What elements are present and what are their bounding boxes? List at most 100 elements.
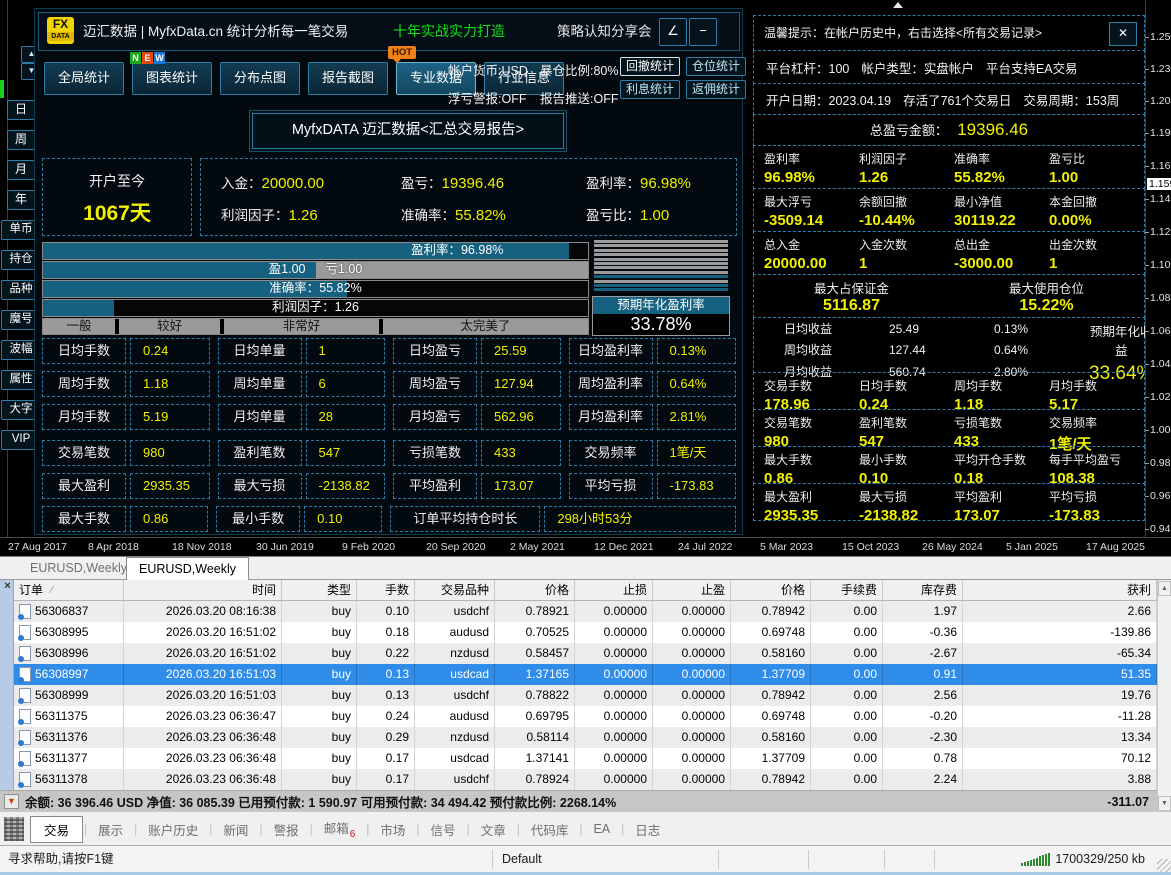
toolbar-button-4[interactable]: 报告截图 <box>308 62 388 95</box>
price-tick: 1.20990 <box>1150 95 1171 107</box>
column-header-2[interactable]: 时间 <box>124 580 282 601</box>
stat-button-3[interactable]: 利息统计 <box>620 80 680 99</box>
stats-row: 日均手数0.24日均单量1日均盈亏25.59日均盈利率0.13% <box>42 338 736 364</box>
stat-button-4[interactable]: 返佣统计 <box>686 80 746 99</box>
cell-手数: 0.18 <box>357 622 415 643</box>
cell-手数: 0.13 <box>357 685 415 706</box>
cell-止损: 0.00000 <box>575 769 653 790</box>
stat-value: 0.24 <box>130 338 210 364</box>
date-tick: 18 Nov 2018 <box>172 541 232 553</box>
summary-label: 准确率： <box>401 208 455 223</box>
chart-tab-1[interactable]: EURUSD,Weekly <box>18 558 139 579</box>
mt4-terminal-window: ▲ ▼ 日周月年单币持仓品种魔号波幅属性大字VIP FX DATA 迈汇数据 |… <box>0 0 1171 875</box>
stat-button-1[interactable]: 回撤统计 <box>620 57 680 76</box>
table-row[interactable]: 563089952026.03.20 16:51:02buy0.18audusd… <box>14 622 1157 643</box>
sidebar-item-月[interactable]: 月 <box>7 160 35 180</box>
bottom-tab-警报[interactable]: 警报 <box>264 817 309 842</box>
table-row[interactable]: 563068372026.03.20 08:16:38buy0.10usdchf… <box>14 601 1157 622</box>
bottom-tab-邮箱[interactable]: 邮箱6 <box>314 815 366 843</box>
stat-button-2[interactable]: 仓位统计 <box>686 57 746 76</box>
column-header-8[interactable]: 止盈 <box>653 580 731 601</box>
cell-时间: 2026.03.20 16:51:02 <box>124 643 282 664</box>
stat-label: 周均盈亏 <box>393 371 477 397</box>
price-tick: 1.06890 <box>1150 325 1171 337</box>
slogan-text: 十年实战实力打造 <box>393 13 505 50</box>
bottom-tab-信号[interactable]: 信号 <box>421 817 466 842</box>
stat-value: 0.13% <box>657 338 737 364</box>
cell-获利: 3.88 <box>963 769 1157 790</box>
bar-text: 盈利率：96.98% <box>326 243 588 258</box>
cell-类型: buy <box>282 664 357 685</box>
brand-title: 迈汇数据 | MyfxData.cn 统计分析每一笔交易 <box>83 13 348 50</box>
column-header-4[interactable]: 手数 <box>357 580 415 601</box>
cell-价格: 0.78942 <box>731 601 811 622</box>
panel-metric-label: 最大亏损 <box>859 488 954 505</box>
column-header-5[interactable]: 交易品种 <box>415 580 495 601</box>
table-row[interactable]: 563089972026.03.20 16:51:03buy0.13usdcad… <box>14 664 1157 685</box>
panel-metric: 余额回撤-10.44% <box>859 193 954 229</box>
bottom-tab-展示[interactable]: 展示 <box>88 817 133 842</box>
chart-tab-2[interactable]: EURUSD,Weekly <box>126 557 249 581</box>
table-row[interactable]: 563113782026.03.23 06:36:48buy0.17usdchf… <box>14 769 1157 790</box>
stripe <box>594 253 728 256</box>
cell-库存费: -0.36 <box>883 622 963 643</box>
column-header-9[interactable]: 价格 <box>731 580 811 601</box>
table-row[interactable]: 563113762026.03.23 06:36:48buy0.29nzdusd… <box>14 727 1157 748</box>
bottom-tab-日志[interactable]: 日志 <box>625 817 670 842</box>
summary-label: 盈亏： <box>401 176 442 191</box>
cell-手数: 0.17 <box>357 748 415 769</box>
bottom-tab-新闻[interactable]: 新闻 <box>213 817 258 842</box>
table-row[interactable]: 563089962026.03.20 16:51:02buy0.22nzdusd… <box>14 643 1157 664</box>
sidebar-item-年[interactable]: 年 <box>7 190 35 210</box>
panel-metric: 月均手数5.17 <box>1049 377 1144 413</box>
toolbar-button-3[interactable]: 分布点图 <box>220 62 300 95</box>
scrollbar-down-button[interactable]: ▼ <box>1158 796 1171 811</box>
toolbox-left-scrollbar[interactable] <box>0 580 14 790</box>
current-price-tag: 1.15984 <box>1147 178 1171 190</box>
panel-metric-grids: 盈利率96.98%利润因子1.26准确率55.82%盈亏比1.00最大浮亏-35… <box>753 145 1145 275</box>
stripe <box>594 244 728 247</box>
bottom-tab-市场[interactable]: 市场 <box>370 817 415 842</box>
table-row[interactable]: 563113772026.03.23 06:36:48buy0.17usdcad… <box>14 748 1157 769</box>
order-number: 56306837 <box>35 601 88 622</box>
order-ticket-icon <box>19 772 31 787</box>
sidebar-item-日[interactable]: 日 <box>7 100 35 120</box>
panel-metric-label: 最大手数 <box>764 451 859 468</box>
column-header-11[interactable]: 库存费 <box>883 580 963 601</box>
stat-cell: 最小手数0.10 <box>216 506 382 532</box>
column-header-10[interactable]: 手续费 <box>811 580 883 601</box>
summary-item: 利润因子：1.26 <box>221 204 401 224</box>
profile-name[interactable]: Default <box>502 846 542 872</box>
tab-separator: | <box>467 822 470 836</box>
column-header-1[interactable]: 订单∕ <box>14 580 124 601</box>
bottom-tab-EA[interactable]: EA <box>583 819 620 839</box>
tip-close-button[interactable]: ✕ <box>1109 22 1137 46</box>
panel-metric: 平均亏损-173.83 <box>1049 488 1144 524</box>
column-header-6[interactable]: 价格 <box>495 580 575 601</box>
panel-metric: 最大亏损-2138.82 <box>859 488 954 524</box>
stat-value: 127.94 <box>481 371 561 397</box>
bottom-tab-账户历史[interactable]: 账户历史 <box>138 817 208 842</box>
resize-grip[interactable] <box>1157 859 1171 873</box>
stripe <box>594 249 728 252</box>
table-row[interactable]: 563089992026.03.20 16:51:03buy0.13usdchf… <box>14 685 1157 706</box>
scrollbar-up-button[interactable]: ▲ <box>1158 581 1171 596</box>
toolbox-close-button[interactable]: × <box>2 581 13 593</box>
angle-tool-button[interactable]: ∠ <box>659 18 687 46</box>
column-header-7[interactable]: 止损 <box>575 580 653 601</box>
toolbar-button-2[interactable]: 图表统计 <box>132 62 212 95</box>
column-header-3[interactable]: 类型 <box>282 580 357 601</box>
bottom-tab-文章[interactable]: 文章 <box>471 817 516 842</box>
minimize-panel-button[interactable]: − <box>689 18 717 46</box>
chart-tab-bar: EURUSD,WeeklyEURUSD,Weekly <box>0 557 1171 580</box>
cell-订单: 56311378 <box>14 769 124 790</box>
platform-info-text: 帐户类型：实盘帐户 <box>861 58 974 77</box>
date-tick: 15 Oct 2023 <box>842 541 899 553</box>
toolbar-button-1[interactable]: 全局统计 <box>44 62 124 95</box>
column-header-12[interactable]: 获利 <box>963 580 1157 601</box>
bottom-tab-代码库[interactable]: 代码库 <box>521 817 579 842</box>
bottom-tab-交易[interactable]: 交易 <box>30 816 83 843</box>
table-row[interactable]: 563113752026.03.23 06:36:47buy0.24audusd… <box>14 706 1157 727</box>
sidebar-item-周[interactable]: 周 <box>7 130 35 150</box>
share-club-text: 策略认知分享会 <box>557 13 652 50</box>
